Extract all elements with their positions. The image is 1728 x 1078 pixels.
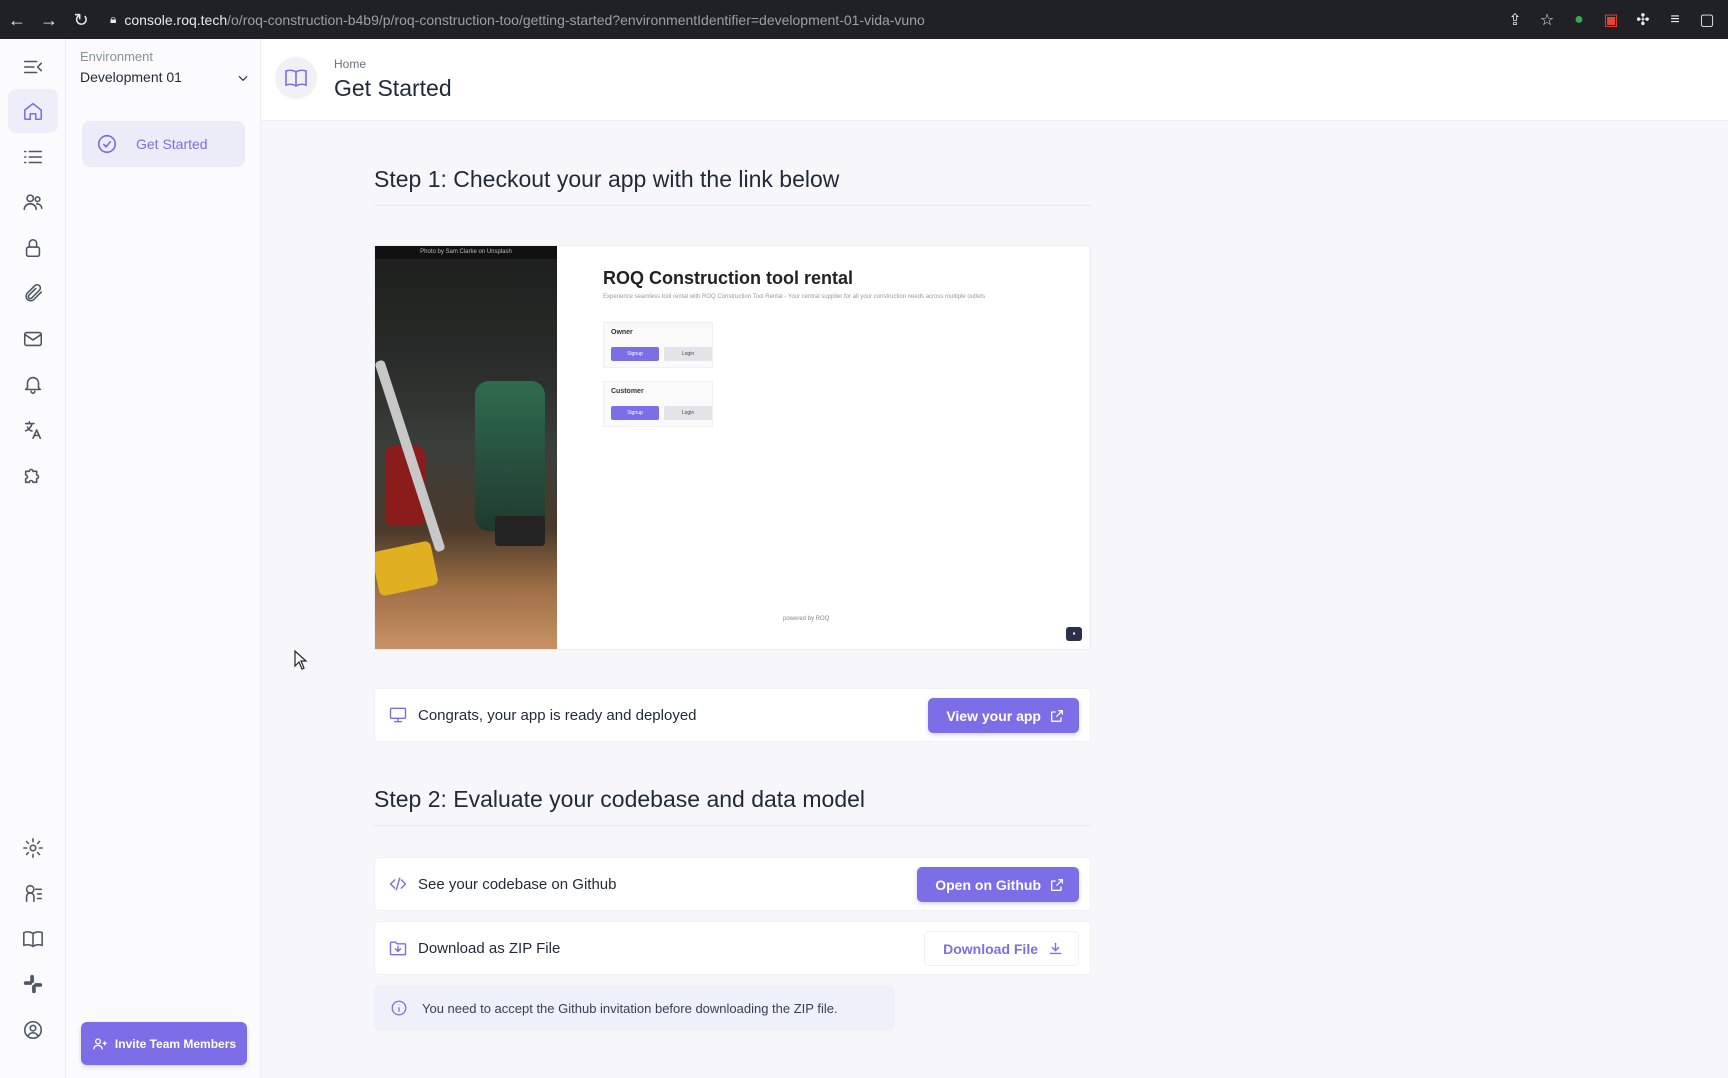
lock-icon: 🔒︎ xyxy=(110,12,117,26)
media-icon[interactable]: ≡ xyxy=(1666,11,1684,29)
preview-app-subtitle: Experience seamless tool rental with ROQ… xyxy=(603,294,986,300)
window-icon[interactable]: ▢ xyxy=(1698,10,1716,30)
folder-download-icon xyxy=(388,938,408,958)
bell-icon[interactable] xyxy=(8,362,58,406)
mail-icon[interactable] xyxy=(8,317,58,361)
puzzle-icon[interactable]: ✣ xyxy=(1634,10,1652,30)
sidebar-item-label: Get Started xyxy=(136,136,208,152)
download-icon xyxy=(1049,942,1062,955)
page-header: Home Get Started xyxy=(261,39,1728,121)
environment-value[interactable]: Development 01 xyxy=(80,69,250,85)
monitor-icon xyxy=(388,705,408,725)
book-icon[interactable] xyxy=(8,917,58,961)
code-icon xyxy=(388,874,408,894)
role-card-owner: Owner Signup Login xyxy=(603,322,713,368)
signup-button: Signup xyxy=(611,347,659,361)
tool-shape xyxy=(475,381,545,531)
environment-label: Environment xyxy=(80,49,153,64)
icon-rail xyxy=(0,39,66,1078)
invite-team-members-button[interactable]: Invite Team Members xyxy=(81,1022,247,1065)
download-file-label: Download File xyxy=(943,940,1038,957)
translate-icon[interactable] xyxy=(8,408,58,452)
account-icon[interactable] xyxy=(8,1008,58,1052)
list-icon[interactable] xyxy=(8,135,58,179)
step1-title: Step 1: Checkout your app with the link … xyxy=(374,166,840,192)
mouse-cursor-icon xyxy=(294,650,308,670)
secondary-sidebar: Environment Development 01 Get Started I… xyxy=(66,39,261,1078)
role-label: Owner xyxy=(611,329,633,336)
badge-icon: ▪ xyxy=(1066,627,1082,641)
home-icon[interactable] xyxy=(8,89,58,133)
external-link-icon xyxy=(1051,709,1063,722)
login-button: Login xyxy=(664,347,712,361)
info-text: You need to accept the Github invitation… xyxy=(422,1000,838,1016)
deployed-card: Congrats, your app is ready and deployed… xyxy=(374,688,1091,742)
info-icon xyxy=(391,1000,407,1016)
extension-icon[interactable]: ● xyxy=(1570,11,1588,29)
external-link-icon xyxy=(1051,878,1063,891)
app-preview: Photo by Sam Clarke on Unsplash ROQ Cons… xyxy=(374,245,1091,650)
users-icon[interactable] xyxy=(8,180,58,224)
environment-selector[interactable]: Environment Development 01 xyxy=(80,49,250,85)
divider xyxy=(374,825,1091,826)
browser-toolbar: ← → ↻ 🔒︎ console.roq.tech/o/roq-construc… xyxy=(0,0,1728,39)
sidebar-item-get-started[interactable]: Get Started xyxy=(82,121,245,167)
view-app-button[interactable]: View your app xyxy=(928,698,1079,733)
share-icon[interactable]: ⇪ xyxy=(1506,10,1524,30)
reload-icon[interactable]: ↻ xyxy=(72,11,90,29)
hierarchy-icon[interactable] xyxy=(8,871,58,915)
download-file-button[interactable]: Download File xyxy=(924,931,1079,966)
browser-tools: ⇪ ☆ ● ▣ ✣ ≡ ▢ xyxy=(1506,10,1728,30)
invite-label: Invite Team Members xyxy=(114,1036,237,1051)
book-icon xyxy=(275,57,317,99)
zip-card: Download as ZIP File Download File xyxy=(374,921,1091,975)
tool-shape xyxy=(495,516,545,546)
view-app-label: View your app xyxy=(946,707,1041,724)
url-host: console.roq.tech xyxy=(124,11,228,28)
check-circle-icon xyxy=(97,134,117,154)
collapse-menu-icon[interactable] xyxy=(8,45,58,89)
divider xyxy=(374,205,1091,206)
github-card: See your codebase on Github Open on Gith… xyxy=(374,857,1091,911)
github-text: See your codebase on Github xyxy=(418,876,617,893)
lock-icon[interactable] xyxy=(8,226,58,270)
chevron-down-icon[interactable] xyxy=(236,71,250,85)
photo-credit: Photo by Sam Clarke on Unsplash xyxy=(375,246,557,259)
page-title: Get Started xyxy=(334,75,452,101)
open-github-label: Open on Github xyxy=(935,876,1041,893)
role-card-customer: Customer Signup Login xyxy=(603,381,713,427)
forward-icon[interactable]: → xyxy=(40,11,58,29)
preview-app-title: ROQ Construction tool rental xyxy=(603,268,853,288)
role-label: Customer xyxy=(611,388,644,395)
url-path: /o/roq-construction-b4b9/p/roq-construct… xyxy=(227,11,925,28)
powered-by: powered by ROQ xyxy=(783,616,830,622)
deployed-text: Congrats, your app is ready and deployed xyxy=(418,707,697,724)
add-user-icon xyxy=(92,1037,107,1049)
address-bar[interactable]: 🔒︎ console.roq.tech/o/roq-construction-b… xyxy=(110,4,1506,36)
breadcrumb[interactable]: Home xyxy=(334,57,366,71)
url-text[interactable]: console.roq.tech/o/roq-construction-b4b9… xyxy=(124,12,924,28)
tool-shape xyxy=(375,540,440,597)
extension-icon[interactable]: ▣ xyxy=(1602,10,1620,30)
back-icon[interactable]: ← xyxy=(8,11,26,29)
zip-text: Download as ZIP File xyxy=(418,940,561,957)
info-banner: You need to accept the Github invitation… xyxy=(374,985,895,1031)
login-button: Login xyxy=(664,406,712,420)
star-icon[interactable]: ☆ xyxy=(1538,10,1556,30)
open-github-button[interactable]: Open on Github xyxy=(917,867,1079,902)
settings-icon[interactable] xyxy=(8,826,58,870)
preview-photo: Photo by Sam Clarke on Unsplash xyxy=(375,246,557,649)
step2-title: Step 2: Evaluate your codebase and data … xyxy=(374,786,866,812)
slack-icon[interactable] xyxy=(8,962,58,1006)
paperclip-icon[interactable] xyxy=(8,271,58,315)
signup-button: Signup xyxy=(611,406,659,420)
puzzle-icon[interactable] xyxy=(8,453,58,497)
browser-nav: ← → ↻ xyxy=(0,11,110,29)
